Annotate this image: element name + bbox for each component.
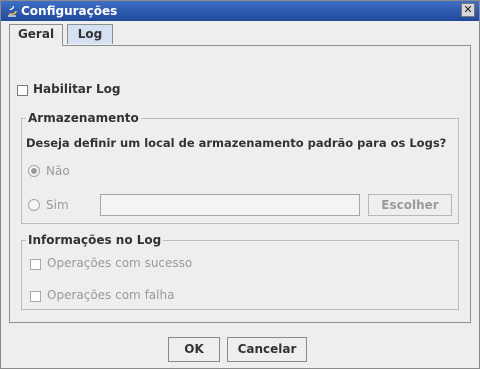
tab-content-panel: Habilitar Log Armazenamento Deseja defin… <box>9 45 471 323</box>
cancel-button[interactable]: Cancelar <box>227 337 307 362</box>
failure-ops-checkbox[interactable] <box>30 291 41 302</box>
enable-log-label: Habilitar Log <box>33 82 121 96</box>
storage-group-title: Armazenamento <box>26 111 141 125</box>
radio-selected-dot <box>31 168 37 174</box>
java-icon <box>8 5 17 17</box>
tab-geral[interactable]: Geral <box>9 24 63 46</box>
title-bar[interactable]: Configurações ✕ <box>1 1 479 21</box>
storage-path-field[interactable] <box>100 194 360 216</box>
choose-button[interactable]: Escolher <box>368 194 452 216</box>
success-ops-label: Operações com sucesso <box>47 256 193 270</box>
ok-button[interactable]: OK <box>168 337 220 362</box>
radio-nao-label: Não <box>46 164 70 178</box>
storage-group: Armazenamento Deseja definir um local de… <box>21 111 459 224</box>
radio-nao[interactable] <box>28 165 40 177</box>
dialog-footer: OK Cancelar <box>9 331 471 362</box>
success-ops-checkbox[interactable] <box>30 259 41 270</box>
failure-ops-label: Operações com falha <box>47 288 175 302</box>
radio-sim[interactable] <box>28 199 40 211</box>
enable-log-checkbox[interactable] <box>17 85 28 96</box>
storage-question: Deseja definir um local de armazenamento… <box>26 136 447 150</box>
window-title: Configurações <box>21 4 118 18</box>
dialog-window: Configurações ✕ Geral Log Habilitar Log … <box>0 0 480 369</box>
radio-sim-label: Sim <box>46 198 69 212</box>
close-button[interactable]: ✕ <box>461 3 475 17</box>
log-info-group-title: Informações no Log <box>26 233 164 247</box>
log-info-group: Informações no Log Operações com sucesso… <box>21 233 459 310</box>
tab-log[interactable]: Log <box>67 24 113 44</box>
